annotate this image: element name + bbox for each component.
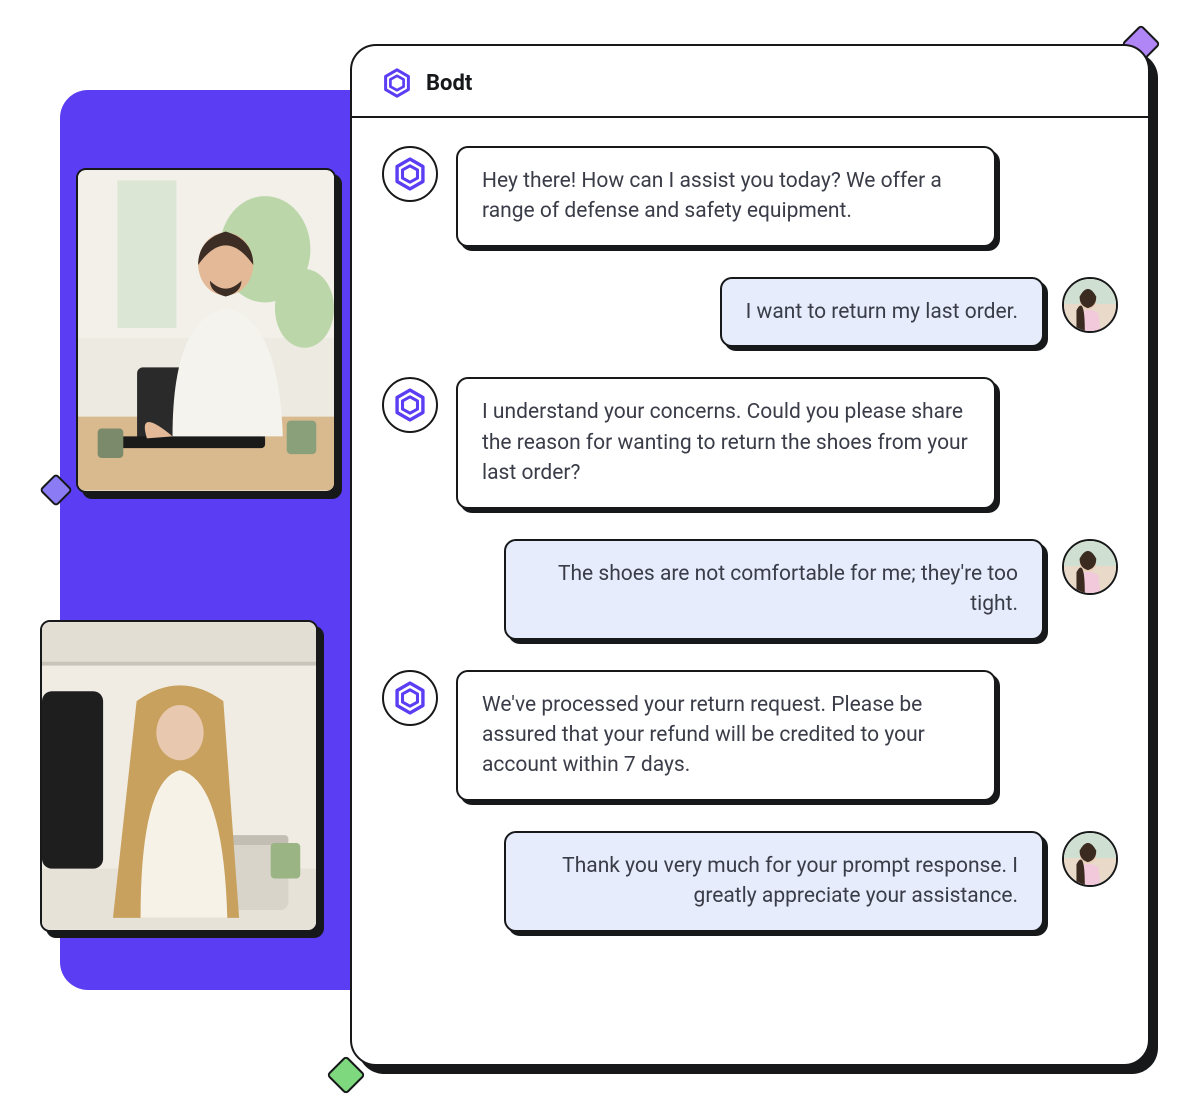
user-message-bubble: I want to return my last order. [720, 277, 1044, 347]
message-row: We've processed your return request. Ple… [382, 670, 1118, 801]
message-row: Hey there! How can I assist you today? W… [382, 146, 1118, 247]
message-row: I understand your concerns. Could you pl… [382, 377, 1118, 508]
message-row: The shoes are not comfortable for me; th… [382, 539, 1118, 640]
message-row: I want to return my last order. [382, 277, 1118, 347]
chat-body: Hey there! How can I assist you today? W… [352, 118, 1148, 1064]
bot-avatar-icon [382, 146, 438, 202]
message-row: Thank you very much for your prompt resp… [382, 831, 1118, 932]
user-message-bubble: Thank you very much for your prompt resp… [504, 831, 1044, 932]
user-avatar-icon [1062, 277, 1118, 333]
user-avatar-icon [1062, 539, 1118, 595]
user-avatar-icon [1062, 831, 1118, 887]
illustration-photo-2 [40, 620, 318, 932]
illustration-photo-1 [76, 168, 336, 493]
chat-header: Bodt [352, 46, 1148, 118]
chat-window: Bodt Hey there! How can I assist you tod… [350, 44, 1150, 1066]
bot-avatar-icon [382, 670, 438, 726]
brand-name: Bodt [426, 71, 472, 96]
decor-diamond-icon [326, 1055, 366, 1095]
bot-message-bubble: We've processed your return request. Ple… [456, 670, 996, 801]
brand-logo-icon [382, 68, 412, 98]
user-message-bubble: The shoes are not comfortable for me; th… [504, 539, 1044, 640]
bot-message-bubble: Hey there! How can I assist you today? W… [456, 146, 996, 247]
bot-avatar-icon [382, 377, 438, 433]
bot-message-bubble: I understand your concerns. Could you pl… [456, 377, 996, 508]
